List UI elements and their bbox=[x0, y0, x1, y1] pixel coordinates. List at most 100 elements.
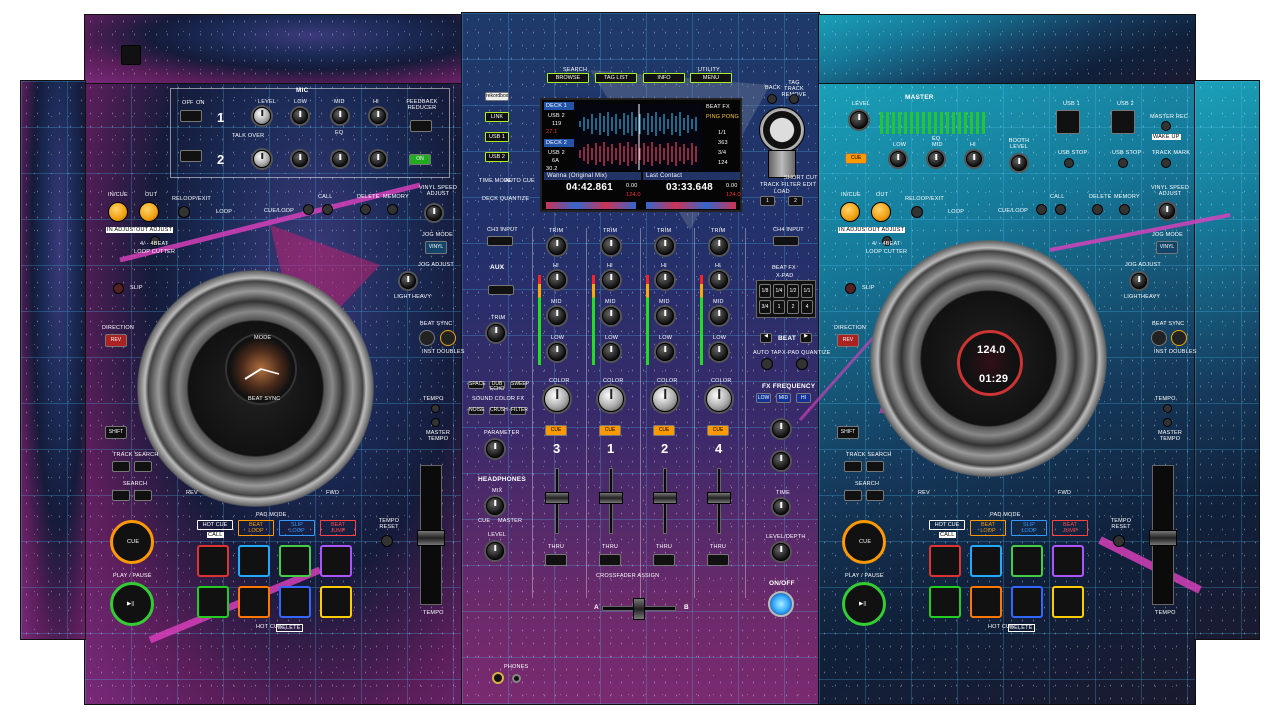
left-pad-7[interactable] bbox=[279, 586, 311, 618]
right-pad-7[interactable] bbox=[1011, 586, 1043, 618]
ch2-color-knob[interactable] bbox=[652, 386, 678, 412]
x-pad-4[interactable]: 1/1 bbox=[801, 284, 813, 298]
usb2-source-button[interactable]: USB 2 bbox=[485, 152, 509, 162]
back-button[interactable] bbox=[767, 94, 777, 104]
left-vinyl-button[interactable]: VINYL bbox=[425, 241, 447, 254]
mic1-level-knob[interactable] bbox=[253, 107, 271, 125]
ch3-crossfader-assign[interactable] bbox=[545, 554, 567, 566]
fx-low-button[interactable]: LOW bbox=[756, 393, 771, 403]
ch4-mid-knob[interactable] bbox=[710, 307, 728, 325]
beat-fx-select-knob[interactable] bbox=[772, 420, 790, 438]
ch3-channel-fader[interactable] bbox=[545, 492, 569, 504]
sound-fx-sweep[interactable]: SWEEP bbox=[510, 381, 529, 389]
x-pad-6[interactable]: 1 bbox=[773, 300, 785, 314]
ch3-input-switch[interactable] bbox=[487, 236, 513, 246]
ch4-channel-fader[interactable] bbox=[707, 492, 731, 504]
ch1-mid-knob[interactable] bbox=[602, 307, 620, 325]
right-pad-5[interactable] bbox=[929, 586, 961, 618]
right-pad-6[interactable] bbox=[970, 586, 1002, 618]
master-hi-knob[interactable] bbox=[966, 151, 982, 167]
left-master-tempo-button[interactable] bbox=[431, 418, 440, 427]
master-low-knob[interactable] bbox=[890, 151, 906, 167]
right-sync-button[interactable] bbox=[1151, 330, 1167, 346]
right-track-search-prev[interactable] bbox=[844, 461, 862, 472]
headphones-mix-knob[interactable] bbox=[486, 497, 504, 515]
usb1-stop-button[interactable] bbox=[1064, 158, 1074, 168]
sound-fx-crush[interactable]: CRUSH bbox=[489, 407, 508, 415]
right-pad-8[interactable] bbox=[1052, 586, 1084, 618]
mic1-switch[interactable] bbox=[180, 110, 202, 122]
right-reloop-button[interactable] bbox=[911, 206, 923, 218]
ch2-cue-button[interactable]: CUE bbox=[653, 425, 675, 436]
right-delete-button[interactable] bbox=[1092, 204, 1103, 215]
left-reloop-button[interactable] bbox=[178, 206, 190, 218]
phones-jack-large[interactable] bbox=[492, 672, 504, 684]
track-mark-button[interactable] bbox=[1161, 158, 1171, 168]
load-2-button[interactable]: 2 bbox=[788, 196, 803, 206]
right-pad-2[interactable] bbox=[970, 545, 1002, 577]
left-beat-loop-mode[interactable]: BEAT LOOP bbox=[238, 520, 274, 536]
left-loop-in-button[interactable] bbox=[108, 202, 128, 222]
left-shift-button[interactable]: SHIFT bbox=[105, 426, 127, 439]
sound-fx-dub-echo[interactable]: DUB ECHO bbox=[489, 381, 505, 392]
left-sync-button[interactable] bbox=[419, 330, 435, 346]
left-pad-2[interactable] bbox=[238, 545, 270, 577]
mic1-mid-knob[interactable] bbox=[332, 108, 348, 124]
right-jog-adjust-knob[interactable] bbox=[1131, 273, 1147, 289]
ch2-hi-knob[interactable] bbox=[656, 271, 674, 289]
aux-switch[interactable] bbox=[488, 285, 514, 295]
right-master-tempo-button[interactable] bbox=[1163, 418, 1172, 427]
x-pad-3[interactable]: 1/2 bbox=[787, 284, 799, 298]
fx-hi-button[interactable]: HI bbox=[796, 393, 811, 403]
fx-on-off-button[interactable] bbox=[768, 591, 794, 617]
x-pad-5[interactable]: 3/4 bbox=[759, 300, 771, 314]
right-tempo-range-button[interactable] bbox=[1163, 404, 1172, 413]
right-search-fwd[interactable] bbox=[866, 490, 884, 501]
ch2-low-knob[interactable] bbox=[656, 343, 674, 361]
sound-fx-space[interactable]: SPACE bbox=[468, 381, 486, 389]
left-pad-4[interactable] bbox=[320, 545, 352, 577]
right-rev-button[interactable]: REV bbox=[837, 334, 859, 347]
right-cue-loop-prev-button[interactable] bbox=[1036, 204, 1047, 215]
left-search-fwd[interactable] bbox=[134, 490, 152, 501]
ch3-cue-button[interactable]: CUE bbox=[545, 425, 567, 436]
feedback-on-button[interactable]: ON bbox=[409, 154, 431, 165]
left-search-rev[interactable] bbox=[112, 490, 130, 501]
left-hot-cue-mode[interactable]: HOT CUE bbox=[197, 520, 233, 530]
mic2-low-knob[interactable] bbox=[292, 151, 308, 167]
sound-fx-filter[interactable]: FILTER bbox=[510, 407, 528, 415]
auto-tap-button[interactable] bbox=[761, 358, 773, 370]
right-pad-3[interactable] bbox=[1011, 545, 1043, 577]
left-delete-button[interactable] bbox=[360, 204, 371, 215]
master-level-knob[interactable] bbox=[850, 111, 868, 129]
right-loop-in-button[interactable] bbox=[840, 202, 860, 222]
rotary-selector[interactable] bbox=[759, 107, 805, 153]
right-shift-button[interactable]: SHIFT bbox=[837, 426, 859, 439]
mic1-low-knob[interactable] bbox=[292, 108, 308, 124]
usb2-port[interactable] bbox=[1111, 110, 1135, 134]
headphones-level-knob[interactable] bbox=[486, 542, 504, 560]
right-tempo-fader[interactable] bbox=[1149, 530, 1177, 546]
left-track-search-next[interactable] bbox=[134, 461, 152, 472]
mic2-level-knob[interactable] bbox=[253, 150, 271, 168]
left-pad-8[interactable] bbox=[320, 586, 352, 618]
right-search-rev[interactable] bbox=[844, 490, 862, 501]
ch3-trim-knob[interactable] bbox=[548, 237, 566, 255]
browse-button[interactable]: BROWSE bbox=[547, 73, 589, 83]
left-cue-loop-prev-button[interactable] bbox=[303, 204, 314, 215]
right-vinyl-button[interactable]: VINYL bbox=[1156, 241, 1178, 254]
right-memory-button[interactable] bbox=[1119, 204, 1130, 215]
ch2-trim-knob[interactable] bbox=[656, 237, 674, 255]
ch4-low-knob[interactable] bbox=[710, 343, 728, 361]
mic2-hi-knob[interactable] bbox=[370, 151, 386, 167]
left-rev-button[interactable]: REV bbox=[105, 334, 127, 347]
mic2-switch[interactable] bbox=[180, 150, 202, 162]
info-button[interactable]: INFO bbox=[643, 73, 685, 83]
right-cue-loop-next-button[interactable] bbox=[1055, 204, 1066, 215]
left-slip-button[interactable] bbox=[113, 283, 124, 294]
feedback-reducer-switch[interactable] bbox=[410, 120, 432, 132]
ch2-crossfader-assign[interactable] bbox=[653, 554, 675, 566]
ch2-channel-fader[interactable] bbox=[653, 492, 677, 504]
ch1-low-knob[interactable] bbox=[602, 343, 620, 361]
mic2-mid-knob[interactable] bbox=[332, 151, 348, 167]
